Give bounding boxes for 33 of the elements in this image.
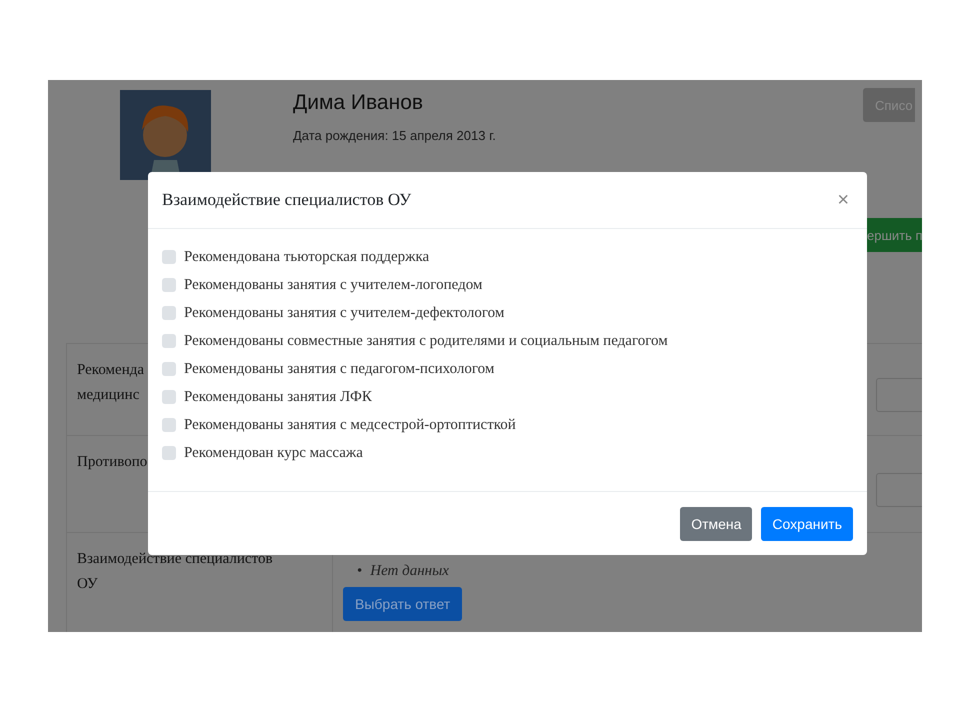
row-label: Рекоменда bbox=[77, 361, 144, 380]
checkbox[interactable] bbox=[162, 446, 176, 460]
bullet: • bbox=[357, 562, 362, 581]
cancel-button[interactable]: Отмена bbox=[680, 507, 752, 541]
checkbox[interactable] bbox=[162, 278, 176, 292]
action-button[interactable]: ершить п bbox=[867, 218, 922, 252]
option-label: Рекомендованы занятия ЛФК bbox=[184, 388, 372, 406]
student-name: Дима Иванов bbox=[293, 90, 424, 116]
choose-answer-button[interactable]: Выбрать ответ bbox=[343, 587, 462, 621]
row-label: ОУ bbox=[77, 575, 98, 594]
row-label: Взаимодействие специалистов bbox=[77, 550, 273, 569]
input-field[interactable] bbox=[876, 473, 922, 507]
close-button[interactable]: × bbox=[833, 188, 853, 212]
option-label: Рекомендована тьюторская поддержка bbox=[184, 248, 430, 266]
checkbox[interactable] bbox=[162, 334, 176, 348]
row-label: медицинс bbox=[77, 386, 140, 405]
row-label: Противопо bbox=[77, 453, 148, 472]
modal-title: Взаимодействие специалистов ОУ bbox=[162, 190, 412, 210]
option-label: Рекомендованы совместные занятия с родителями и социальным педагогом bbox=[184, 332, 668, 350]
save-button[interactable]: Сохранить bbox=[761, 507, 853, 541]
checkbox[interactable] bbox=[162, 306, 176, 320]
option-label: Рекомендованы занятия с педагогом-психологом bbox=[184, 360, 494, 378]
birth-date: Дата рождения: 15 апреля 2013 г. bbox=[293, 128, 497, 143]
option-label: Рекомендованы занятия с учителем-логопедом bbox=[184, 276, 482, 294]
option-label: Рекомендованы занятия с медсестрой-ортоптисткой bbox=[184, 416, 516, 434]
checkbox[interactable] bbox=[162, 362, 176, 376]
option-label: Рекомендован курс массажа bbox=[184, 444, 363, 462]
checkbox[interactable] bbox=[162, 250, 176, 264]
checkbox[interactable] bbox=[162, 418, 176, 432]
checkbox[interactable] bbox=[162, 390, 176, 404]
input-field[interactable] bbox=[876, 378, 922, 412]
answer-item: Нет данных bbox=[370, 562, 449, 581]
option-label: Рекомендованы занятия с учителем-дефектологом bbox=[184, 304, 504, 322]
